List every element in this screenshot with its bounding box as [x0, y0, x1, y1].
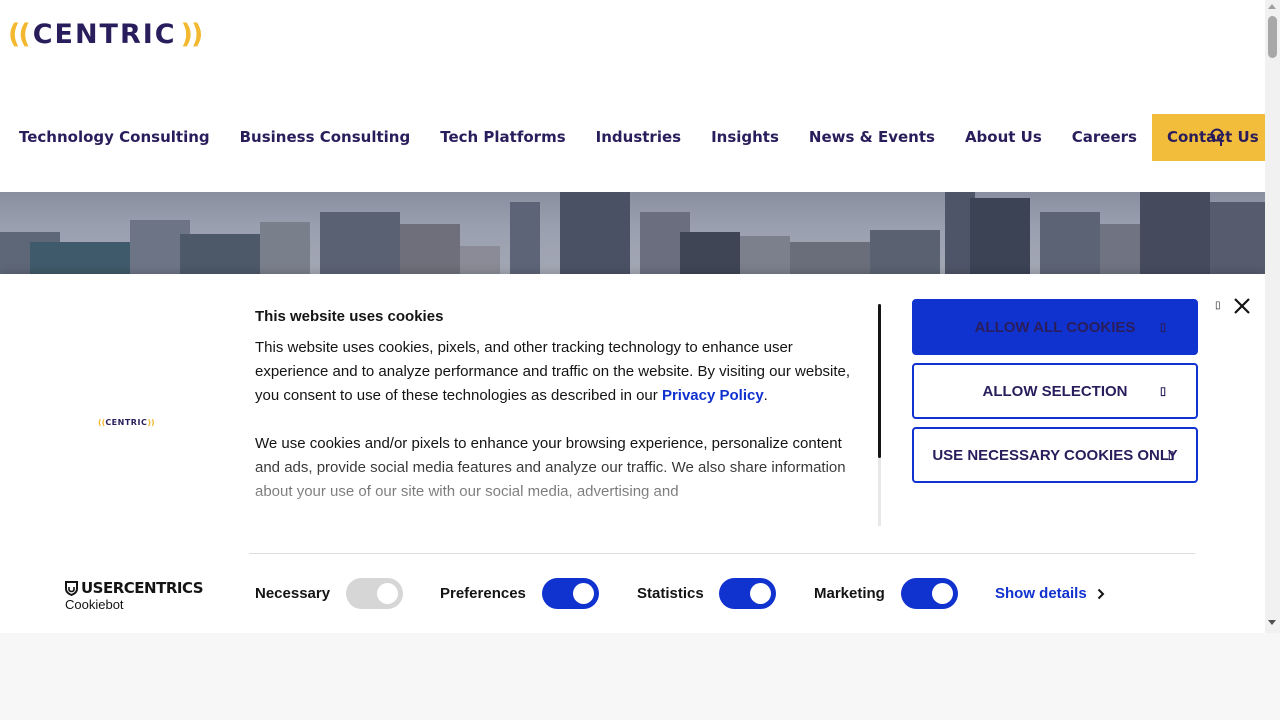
cookiebot-name: Cookiebot	[65, 597, 124, 612]
nav-industries[interactable]: Industries	[581, 114, 696, 161]
cookie-logo-word: CENTRIC	[105, 418, 148, 427]
allow-selection-button[interactable]: ALLOW SELECTION ▯	[912, 363, 1198, 419]
cookie-paragraph-1: This website uses cookies, pixels, and o…	[255, 336, 855, 408]
button-glyph-icon: ▯	[1159, 321, 1166, 334]
close-icon[interactable]	[1232, 296, 1252, 316]
allow-all-cookies-button[interactable]: ALLOW ALL COOKIES ▯	[912, 299, 1198, 355]
marketing-toggle[interactable]	[901, 578, 958, 609]
allow-all-label: ALLOW ALL COOKIES	[974, 318, 1136, 336]
cookie-text-scrollbar[interactable]	[878, 304, 881, 526]
show-details-label: Show details	[995, 585, 1087, 602]
preferences-toggle[interactable]	[542, 578, 599, 609]
close-glyph-icon: ▯	[1215, 300, 1221, 311]
main-nav: Technology Consulting Business Consultin…	[0, 114, 1265, 161]
nav-tech-platforms[interactable]: Tech Platforms	[425, 114, 580, 161]
browser-viewport: (( CENTRIC )) Technology Consulting Busi…	[0, 0, 1265, 633]
preferences-label: Preferences	[440, 585, 526, 602]
toggle-knob	[377, 583, 398, 604]
cookie-banner-divider	[249, 553, 1195, 554]
cookie-text-scroll-thumb[interactable]	[878, 304, 881, 458]
usercentrics-name: USERCENTRICS	[81, 579, 204, 597]
page-scrollbar[interactable]	[1265, 0, 1280, 633]
toggle-knob	[932, 583, 953, 604]
necessary-only-label: USE NECESSARY COOKIES ONLY	[932, 446, 1178, 464]
statistics-toggle[interactable]	[719, 578, 776, 609]
chevron-right-icon	[1097, 588, 1105, 599]
marketing-label: Marketing	[814, 585, 885, 602]
cookie-para1-end: .	[763, 387, 768, 404]
allow-selection-label: ALLOW SELECTION	[982, 382, 1128, 400]
page-scroll-thumb[interactable]	[1268, 16, 1277, 58]
nav-careers[interactable]: Careers	[1057, 114, 1152, 161]
necessary-toggle	[346, 578, 403, 609]
search-icon[interactable]	[1208, 126, 1230, 150]
logo-left-parens: ((	[8, 18, 31, 50]
scroll-up-arrow-icon[interactable]	[1268, 4, 1276, 9]
button-glyph-icon: ▯	[1167, 449, 1174, 462]
toggle-knob	[750, 583, 771, 604]
nav-about-us[interactable]: About Us	[950, 114, 1057, 161]
nav-insights[interactable]: Insights	[696, 114, 794, 161]
cookie-logo-right-parens: ))	[147, 418, 155, 427]
cookie-consent-banner: ((CENTRIC)) This website uses cookies Th…	[0, 274, 1265, 633]
button-glyph-icon: ▯	[1159, 385, 1166, 398]
show-details-link[interactable]: Show details	[995, 585, 1105, 602]
cookie-banner-title: This website uses cookies	[255, 308, 444, 325]
hero-city-skyline-image	[0, 192, 1265, 282]
toggle-knob	[573, 583, 594, 604]
scroll-down-arrow-icon[interactable]	[1268, 620, 1276, 625]
nav-technology-consulting[interactable]: Technology Consulting	[0, 114, 225, 161]
usercentrics-wordmark: USERCENTRICS	[65, 579, 204, 597]
use-necessary-cookies-button[interactable]: USE NECESSARY COOKIES ONLY ▯	[912, 427, 1198, 483]
usercentrics-cookiebot-logo[interactable]: USERCENTRICS Cookiebot	[65, 579, 204, 612]
cookie-banner-text: This website uses cookies, pixels, and o…	[255, 336, 855, 526]
cookie-paragraph-2: We use cookies and/or pixels to enhance …	[255, 435, 846, 500]
centric-logo[interactable]: (( CENTRIC ))	[8, 18, 204, 50]
nav-news-events[interactable]: News & Events	[794, 114, 950, 161]
statistics-label: Statistics	[637, 585, 704, 602]
necessary-label: Necessary	[255, 585, 331, 602]
nav-business-consulting[interactable]: Business Consulting	[225, 114, 426, 161]
logo-right-parens: ))	[180, 18, 204, 50]
cookie-banner-logo: ((CENTRIC))	[98, 418, 155, 427]
shield-icon	[65, 580, 78, 596]
logo-wordmark: CENTRIC	[32, 18, 177, 50]
privacy-policy-link[interactable]: Privacy Policy	[662, 387, 764, 404]
